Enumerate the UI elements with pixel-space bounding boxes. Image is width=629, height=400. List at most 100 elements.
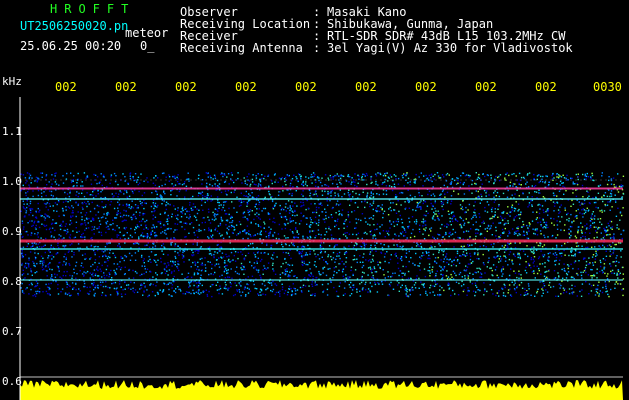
noise-pixel bbox=[500, 258, 503, 260]
noise-pixel bbox=[321, 256, 323, 258]
noise-pixel bbox=[125, 255, 128, 258]
noise-pixel bbox=[538, 212, 541, 215]
noise-pixel bbox=[231, 231, 234, 234]
noise-pixel bbox=[338, 285, 341, 287]
noise-pixel bbox=[386, 232, 389, 235]
noise-pixel bbox=[112, 252, 114, 254]
noise-pixel bbox=[511, 261, 513, 263]
noise-pixel bbox=[432, 236, 434, 238]
noise-pixel bbox=[414, 282, 417, 284]
noise-pixel bbox=[152, 202, 154, 204]
noise-pixel bbox=[175, 215, 177, 217]
noise-pixel bbox=[574, 253, 576, 255]
noise-pixel bbox=[124, 242, 126, 244]
noise-pixel bbox=[54, 202, 57, 204]
noise-pixel bbox=[171, 216, 173, 218]
noise-pixel bbox=[582, 196, 584, 198]
noise-pixel bbox=[267, 213, 270, 215]
noise-pixel bbox=[622, 193, 625, 195]
noise-pixel bbox=[201, 191, 204, 193]
noise-pixel bbox=[501, 275, 503, 277]
noise-pixel bbox=[260, 252, 262, 254]
noise-pixel bbox=[163, 172, 165, 174]
noise-pixel bbox=[106, 220, 109, 223]
noise-pixel bbox=[599, 218, 602, 220]
noise-pixel bbox=[174, 177, 176, 179]
noise-pixel bbox=[415, 252, 417, 255]
noise-pixel bbox=[344, 232, 346, 234]
noise-pixel bbox=[102, 281, 104, 283]
noise-pixel bbox=[25, 210, 28, 212]
noise-pixel bbox=[611, 236, 613, 239]
noise-pixel bbox=[256, 252, 259, 254]
noise-pixel bbox=[502, 268, 505, 270]
noise-pixel bbox=[597, 207, 599, 209]
noise-pixel bbox=[206, 200, 209, 202]
noise-pixel bbox=[327, 238, 329, 240]
noise-pixel bbox=[450, 203, 452, 205]
noise-pixel bbox=[197, 236, 199, 238]
noise-pixel bbox=[142, 260, 145, 262]
noise-pixel bbox=[359, 261, 362, 263]
noise-pixel bbox=[570, 250, 572, 252]
noise-pixel bbox=[89, 210, 92, 213]
noise-pixel bbox=[341, 209, 344, 211]
noise-pixel bbox=[594, 294, 597, 296]
noise-pixel bbox=[505, 257, 507, 259]
noise-pixel bbox=[378, 193, 380, 196]
noise-pixel bbox=[89, 286, 91, 288]
noise-pixel bbox=[360, 281, 363, 284]
noise-pixel bbox=[405, 293, 407, 295]
noise-pixel bbox=[45, 224, 48, 227]
noise-pixel bbox=[143, 273, 145, 275]
noise-pixel bbox=[425, 290, 427, 293]
noise-pixel bbox=[300, 193, 303, 196]
noise-pixel bbox=[446, 278, 449, 280]
noise-pixel bbox=[435, 213, 437, 215]
noise-pixel bbox=[458, 273, 461, 276]
noise-pixel bbox=[517, 230, 519, 232]
noise-pixel bbox=[51, 268, 53, 271]
noise-pixel bbox=[21, 222, 24, 224]
noise-pixel bbox=[184, 293, 187, 295]
noise-pixel bbox=[222, 237, 225, 240]
noise-pixel bbox=[447, 200, 449, 202]
noise-pixel bbox=[166, 237, 168, 239]
noise-pixel bbox=[592, 262, 594, 264]
noise-pixel bbox=[348, 194, 350, 196]
noise-pixel bbox=[370, 192, 372, 194]
noise-pixel bbox=[244, 229, 246, 231]
noise-pixel bbox=[438, 234, 440, 236]
noise-pixel bbox=[244, 286, 246, 289]
noise-pixel bbox=[112, 219, 114, 221]
noise-pixel bbox=[27, 234, 29, 236]
noise-pixel bbox=[335, 212, 337, 214]
noise-pixel bbox=[478, 173, 480, 176]
noise-pixel bbox=[599, 184, 602, 186]
noise-pixel bbox=[606, 290, 608, 292]
noise-pixel bbox=[599, 221, 601, 223]
noise-pixel bbox=[210, 252, 212, 255]
noise-pixel bbox=[302, 180, 304, 183]
noise-pixel bbox=[289, 209, 291, 212]
noise-pixel bbox=[420, 200, 422, 202]
noise-pixel bbox=[336, 255, 338, 257]
noise-pixel bbox=[31, 208, 34, 210]
noise-pixel bbox=[527, 227, 529, 229]
noise-pixel bbox=[487, 174, 489, 177]
noise-pixel bbox=[221, 252, 224, 254]
noise-pixel bbox=[599, 270, 601, 273]
noise-pixel bbox=[140, 256, 143, 258]
noise-pixel bbox=[22, 228, 25, 230]
noise-pixel bbox=[90, 265, 92, 268]
noise-pixel bbox=[498, 261, 500, 263]
noise-pixel bbox=[304, 285, 307, 287]
noise-pixel bbox=[596, 292, 599, 294]
noise-pixel bbox=[183, 222, 185, 224]
noise-pixel bbox=[504, 260, 507, 262]
noise-pixel bbox=[509, 211, 511, 213]
noise-pixel bbox=[502, 212, 504, 214]
noise-pixel bbox=[224, 180, 227, 183]
noise-pixel bbox=[71, 275, 74, 277]
noise-pixel bbox=[31, 225, 33, 227]
